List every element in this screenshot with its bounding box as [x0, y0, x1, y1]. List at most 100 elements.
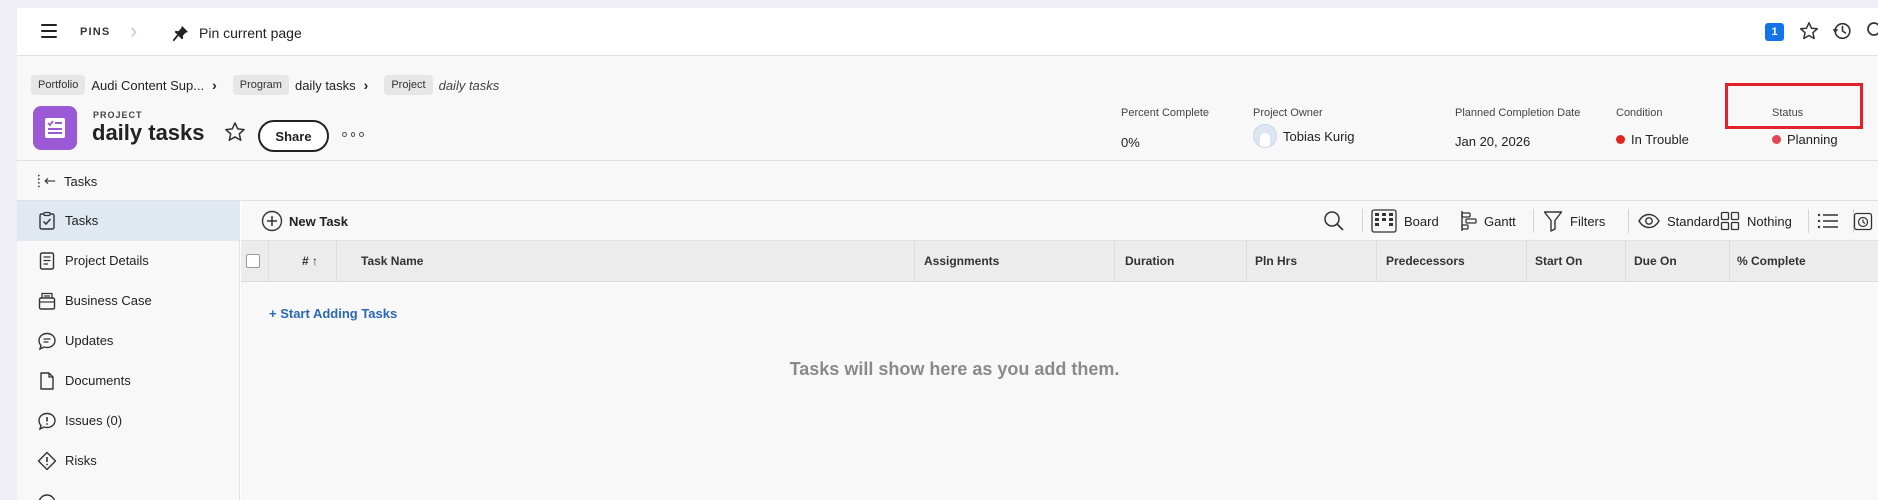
issues-icon [38, 412, 56, 431]
sidebar-item-business-case[interactable]: Business Case [17, 281, 240, 321]
column-divider [914, 241, 915, 282]
toolbar-divider [1628, 209, 1629, 233]
condition-value[interactable]: In Trouble [1631, 132, 1689, 147]
breadcrumb-project-current: daily tasks [438, 77, 500, 93]
new-task-button[interactable]: New Task [289, 214, 348, 229]
toolbar-divider [1808, 209, 1809, 233]
sidebar-item-label: Updates [65, 333, 114, 348]
tasks-back-row: Tasks [17, 161, 1878, 201]
sidebar-item-label: Project Details [65, 253, 149, 268]
breadcrumb-type-program: Program [232, 75, 289, 95]
add-circle-icon[interactable] [261, 210, 283, 232]
sidebar-item-label: Business Case [65, 293, 152, 308]
calendar-clock-icon [1853, 212, 1873, 231]
chevron-right-icon: › [130, 18, 138, 43]
breadcrumb-type-portfolio: Portfolio [31, 75, 86, 95]
filters-button[interactable]: Filters [1543, 209, 1605, 233]
toolbar-divider [1533, 209, 1534, 233]
select-all-checkbox[interactable] [246, 254, 260, 268]
planned-completion-label: Planned Completion Date [1455, 107, 1581, 119]
column-header-percent-complete[interactable]: % Complete [1737, 254, 1806, 268]
breadcrumb-portfolio-link[interactable]: Audi Content Sup... [91, 78, 204, 93]
grouping-label: Nothing [1747, 213, 1792, 229]
sidebar: Tasks Project Details Business Case Upda… [17, 201, 240, 500]
share-button[interactable]: Share [258, 120, 329, 152]
pin-icon[interactable] [172, 24, 190, 42]
risks-icon [37, 451, 57, 471]
document-icon [40, 372, 54, 390]
status-dot [1772, 135, 1781, 144]
project-owner-field: Project Owner Tobias Kurig [1253, 107, 1355, 148]
menu-icon[interactable] [41, 24, 57, 38]
sidebar-item-issues[interactable]: Issues (0) [17, 401, 240, 441]
updates-icon [38, 332, 56, 351]
planned-completion-field: Planned Completion Date Jan 20, 2026 [1455, 107, 1580, 149]
column-divider [1246, 241, 1247, 282]
project-type-label: PROJECT [93, 110, 143, 120]
toolbar-divider [1362, 209, 1363, 233]
gantt-view-button[interactable]: Gantt [1459, 209, 1516, 233]
sidebar-item-updates[interactable]: Updates [17, 321, 240, 361]
view-selector-button[interactable]: Standard [1638, 209, 1720, 233]
board-label: Board [1404, 213, 1439, 229]
search-icon[interactable] [1866, 21, 1878, 41]
column-header-task-name[interactable]: Task Name [361, 254, 423, 268]
column-divider [268, 241, 269, 282]
collapse-panel-icon[interactable] [37, 173, 57, 189]
sidebar-item-label: Issues (0) [65, 413, 123, 428]
project-owner-label: Project Owner [1253, 107, 1323, 119]
avatar [1253, 124, 1277, 148]
column-header-assignments[interactable]: Assignments [924, 254, 999, 268]
tasks-main-panel: New Task Board Gantt Filters Standard No… [241, 201, 1878, 500]
grouping-selector-button[interactable]: Nothing [1720, 209, 1792, 233]
column-header-number[interactable]: # ↑ [302, 254, 318, 268]
list-options-button[interactable] [1817, 209, 1839, 233]
back-to-tasks-link[interactable]: Tasks [64, 174, 97, 189]
condition-field: Condition In Trouble [1616, 107, 1689, 147]
filters-label: Filters [1570, 213, 1606, 229]
board-icon [1371, 209, 1397, 233]
start-adding-tasks-link[interactable]: + Start Adding Tasks [269, 306, 397, 321]
sidebar-item-label: Risks [65, 453, 97, 468]
app-window: PINS › Pin current page 1 Portfolio Audi… [17, 8, 1878, 500]
sidebar-item-partial[interactable] [17, 481, 240, 500]
search-tasks-button[interactable] [1323, 209, 1345, 233]
percent-complete-value: 0% [1121, 135, 1140, 150]
column-header-planned-hours[interactable]: Pln Hrs [1255, 254, 1297, 268]
pin-current-page-button[interactable]: Pin current page [199, 25, 302, 41]
project-icon [33, 106, 77, 150]
column-header-duration[interactable]: Duration [1125, 254, 1174, 268]
project-owner-value[interactable]: Tobias Kurig [1283, 129, 1355, 144]
star-icon[interactable] [1799, 21, 1819, 41]
status-value[interactable]: Planning [1787, 132, 1838, 147]
condition-label: Condition [1616, 107, 1663, 119]
more-options-icon[interactable] [342, 128, 365, 140]
column-divider [1729, 241, 1730, 282]
gantt-icon [1461, 211, 1477, 231]
page-title: daily tasks [92, 120, 205, 145]
notification-badge[interactable]: 1 [1765, 23, 1784, 41]
timeline-settings-button[interactable] [1853, 209, 1873, 233]
sidebar-item-risks[interactable]: Risks [17, 441, 240, 481]
empty-state-message: Tasks will show here as you add them. [789, 359, 1120, 379]
sidebar-item-documents[interactable]: Documents [17, 361, 240, 401]
column-header-due-on[interactable]: Due On [1634, 254, 1677, 268]
history-icon[interactable] [1832, 21, 1852, 41]
pins-label: PINS [80, 26, 111, 38]
filter-icon [1543, 211, 1563, 232]
breadcrumb-program-link[interactable]: daily tasks [295, 78, 356, 93]
grouping-icon [1720, 211, 1740, 231]
sidebar-item-tasks[interactable]: Tasks [17, 201, 240, 241]
details-icon [39, 252, 55, 270]
sidebar-item-label: Documents [65, 373, 131, 388]
percent-complete-label: Percent Complete [1121, 107, 1210, 119]
column-header-start-on[interactable]: Start On [1535, 254, 1582, 268]
column-header-predecessors[interactable]: Predecessors [1386, 254, 1465, 268]
eye-icon [1638, 213, 1660, 229]
project-header: Portfolio Audi Content Sup... › Program … [17, 56, 1878, 161]
sidebar-item-project-details[interactable]: Project Details [17, 241, 240, 281]
planned-completion-value: Jan 20, 2026 [1455, 134, 1531, 149]
board-view-button[interactable]: Board [1371, 209, 1439, 233]
search-icon [1324, 211, 1344, 231]
favorite-star-icon[interactable] [224, 121, 246, 143]
